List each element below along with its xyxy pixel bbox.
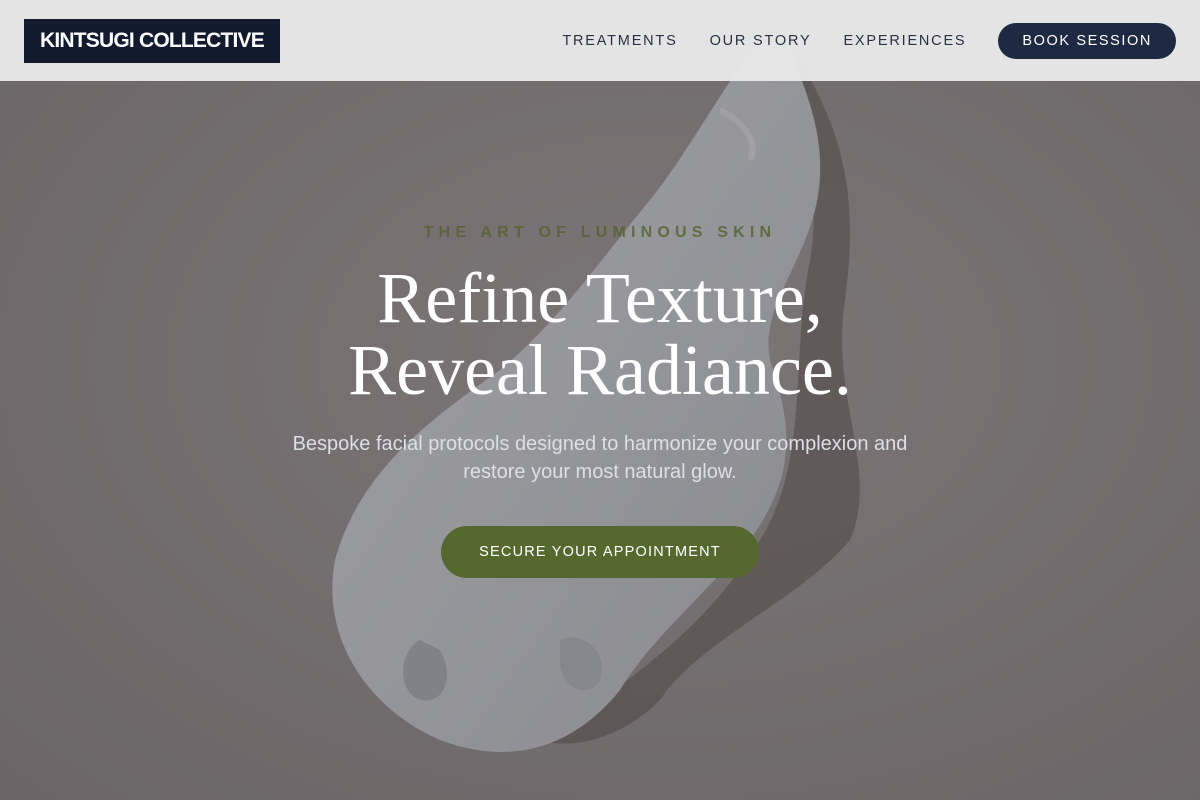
- brand-logo[interactable]: KINTSUGI COLLECTIVE: [24, 18, 280, 63]
- hero-headline-line-2: Reveal Radiance.: [348, 330, 852, 410]
- landing-page: KINTSUGI COLLECTIVE TREATMENTS OUR STORY…: [0, 0, 1200, 800]
- main-navigation: TREATMENTS OUR STORY EXPERIENCES BOOK SE…: [562, 22, 1176, 59]
- site-header: KINTSUGI COLLECTIVE TREATMENTS OUR STORY…: [0, 0, 1200, 81]
- secure-appointment-button[interactable]: SECURE YOUR APPOINTMENT: [441, 526, 759, 578]
- hero-headline: Refine Texture, Reveal Radiance.: [0, 262, 1200, 406]
- book-session-button[interactable]: BOOK SESSION: [998, 22, 1176, 59]
- hero-eyebrow: THE ART OF LUMINOUS SKIN: [423, 224, 777, 241]
- nav-link-treatments[interactable]: TREATMENTS: [562, 33, 677, 49]
- hero-subtext: Bespoke facial protocols designed to har…: [292, 433, 908, 483]
- hero-headline-line-1: Refine Texture,: [377, 258, 823, 338]
- hero-section: THE ART OF LUMINOUS SKIN Refine Texture,…: [0, 0, 1200, 800]
- nav-link-experiences[interactable]: EXPERIENCES: [843, 33, 966, 49]
- nav-link-our-story[interactable]: OUR STORY: [710, 33, 812, 49]
